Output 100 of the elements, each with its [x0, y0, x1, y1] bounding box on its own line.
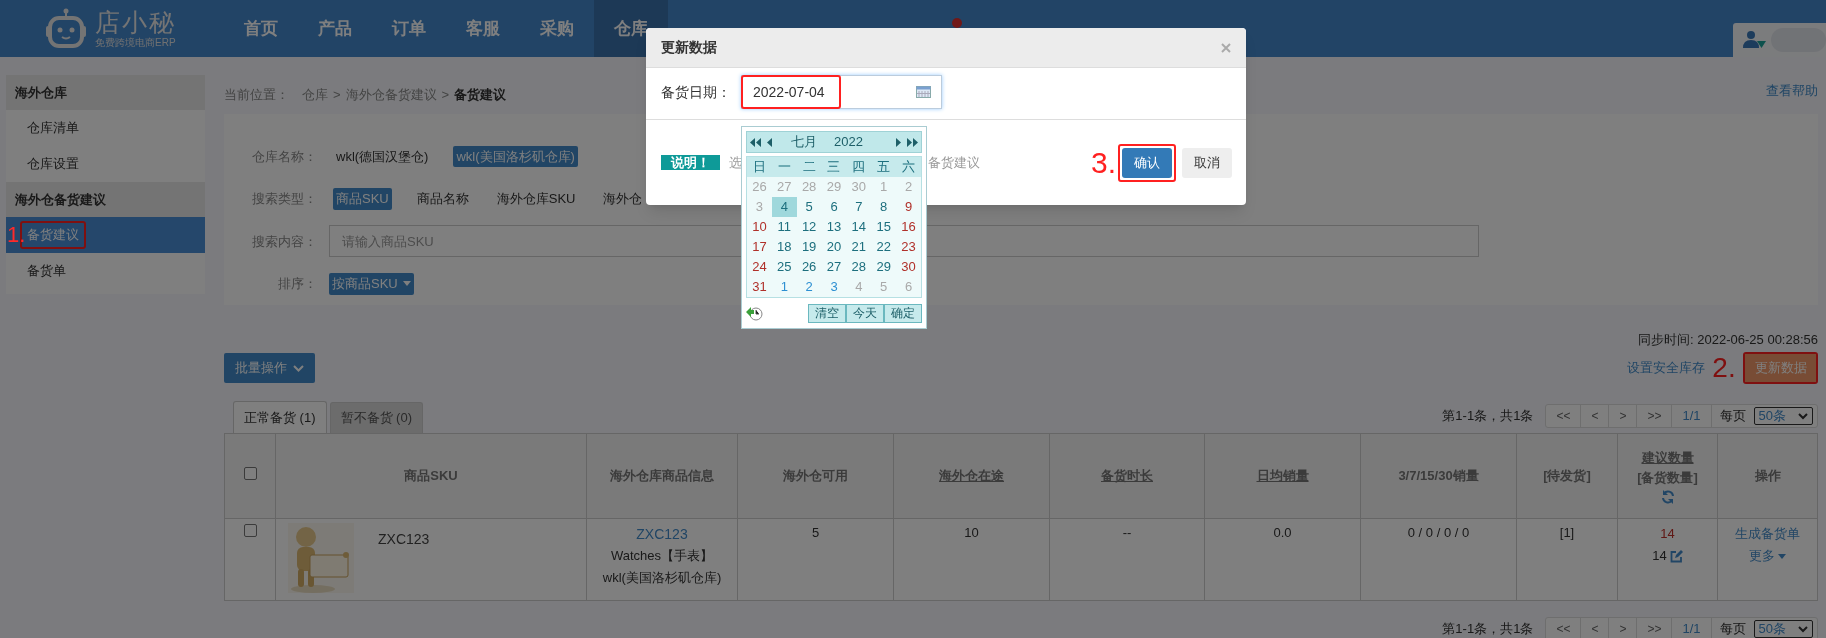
- day-cell[interactable]: 4: [771, 197, 797, 217]
- page-button[interactable]: <: [1581, 405, 1610, 427]
- double-left-icon[interactable]: [750, 137, 761, 147]
- day-cell[interactable]: 26: [747, 177, 772, 197]
- date-field[interactable]: 2022-07-04: [741, 75, 942, 109]
- tab[interactable]: 正常备货 (1): [233, 401, 327, 433]
- day-cell[interactable]: 5: [871, 277, 897, 297]
- double-right-icon[interactable]: [907, 137, 918, 147]
- cancel-button[interactable]: 取消: [1182, 147, 1232, 178]
- sort-dropdown[interactable]: 按商品SKU: [329, 273, 414, 295]
- filter-option[interactable]: 海外仓库SKU: [493, 188, 579, 210]
- day-cell[interactable]: 30: [846, 177, 872, 197]
- nav-item[interactable]: 首页: [224, 0, 298, 57]
- day-cell[interactable]: 30: [896, 257, 921, 277]
- sidebar-item[interactable]: 仓库设置: [6, 146, 205, 182]
- day-cell[interactable]: 28: [796, 177, 822, 197]
- checkbox[interactable]: [243, 524, 257, 537]
- day-cell[interactable]: 21: [846, 237, 872, 257]
- column-header[interactable]: 海外仓在途: [893, 433, 1050, 519]
- day-cell[interactable]: 1: [771, 277, 797, 297]
- page-button[interactable]: >: [1609, 405, 1638, 427]
- nav-item[interactable]: 采购: [520, 0, 594, 57]
- day-cell[interactable]: 3: [821, 277, 847, 297]
- picker-button[interactable]: 确定: [884, 303, 922, 323]
- day-cell[interactable]: 20: [821, 237, 847, 257]
- day-cell[interactable]: 27: [821, 257, 847, 277]
- filter-option[interactable]: wkl(德国汉堡仓): [333, 145, 432, 167]
- day-cell[interactable]: 1: [871, 177, 897, 197]
- per-page-select[interactable]: 50条: [1753, 407, 1813, 425]
- day-cell[interactable]: 17: [747, 237, 772, 257]
- day-cell[interactable]: 27: [771, 177, 797, 197]
- page-button[interactable]: <: [1581, 618, 1610, 638]
- safety-stock-link[interactable]: 设置安全库存: [1627, 358, 1705, 378]
- day-cell[interactable]: 2: [896, 177, 921, 197]
- day-cell[interactable]: 26: [796, 257, 822, 277]
- day-cell[interactable]: 5: [796, 197, 822, 217]
- column-header[interactable]: 日均销量: [1204, 433, 1361, 519]
- tab[interactable]: 暂不备货 (0): [329, 402, 423, 433]
- clock-icon[interactable]: [746, 305, 763, 321]
- day-cell[interactable]: 19: [796, 237, 822, 257]
- page-button[interactable]: >: [1609, 618, 1638, 638]
- picker-button[interactable]: 清空: [808, 303, 846, 323]
- day-cell[interactable]: 22: [871, 237, 897, 257]
- page-button[interactable]: <<: [1546, 405, 1582, 427]
- column-title[interactable]: 建议数量: [1641, 448, 1694, 468]
- left-icon[interactable]: [767, 137, 773, 147]
- weekday-label: 一: [776, 158, 792, 176]
- day-cell[interactable]: 2: [796, 277, 822, 297]
- day-cell[interactable]: 9: [896, 197, 921, 217]
- day-cell[interactable]: 29: [871, 257, 897, 277]
- generate-order-link[interactable]: 生成备货单: [1735, 523, 1800, 545]
- sidebar-item[interactable]: 备货单: [6, 253, 205, 289]
- day-cell[interactable]: 23: [896, 237, 921, 257]
- column-header: 海外仓库商品信息: [586, 433, 738, 519]
- more-dropdown[interactable]: 更多: [1749, 545, 1786, 567]
- sidebar-item[interactable]: 仓库清单: [6, 110, 205, 146]
- filter-option[interactable]: wkl(美国洛杉矶仓库): [453, 145, 578, 167]
- day-cell[interactable]: 6: [896, 277, 921, 297]
- year-label[interactable]: 2022: [834, 132, 863, 152]
- day-cell[interactable]: 4: [846, 277, 872, 297]
- day-cell[interactable]: 8: [871, 197, 897, 217]
- page-button[interactable]: >>: [1637, 618, 1673, 638]
- nav-item[interactable]: 订单: [372, 0, 446, 57]
- page-button[interactable]: >>: [1637, 405, 1673, 427]
- right-icon[interactable]: [895, 137, 901, 147]
- refresh-icon[interactable]: [1660, 490, 1675, 504]
- filter-option[interactable]: 商品SKU: [333, 188, 392, 210]
- column-header[interactable]: 备货时长: [1049, 433, 1205, 519]
- day-cell[interactable]: 6: [821, 197, 847, 217]
- help-link[interactable]: 查看帮助: [1766, 81, 1818, 101]
- day-cell[interactable]: 25: [771, 257, 797, 277]
- edit-icon[interactable]: [1669, 549, 1683, 563]
- day-cell[interactable]: 31: [747, 277, 772, 297]
- page-indicator: 1/1: [1672, 618, 1712, 638]
- nav-item[interactable]: 产品: [298, 0, 372, 57]
- day-cell[interactable]: 18: [771, 237, 797, 257]
- picker-button[interactable]: 今天: [846, 303, 884, 323]
- month-label[interactable]: 七月: [791, 132, 817, 152]
- update-data-button[interactable]: 更新数据: [1745, 354, 1816, 382]
- pending-qty: [1]: [1559, 525, 1575, 540]
- user-menu[interactable]: [1733, 23, 1826, 57]
- day-cell[interactable]: 28: [846, 257, 872, 277]
- filter-option[interactable]: 海外仓: [600, 188, 646, 210]
- product-link[interactable]: ZXC123: [636, 523, 688, 545]
- column-header: 操作: [1717, 433, 1818, 519]
- close-icon[interactable]: [1221, 42, 1231, 53]
- breadcrumb-link[interactable]: 仓库: [302, 85, 328, 105]
- confirm-button[interactable]: 确认: [1122, 147, 1172, 178]
- calendar-icon[interactable]: [916, 86, 931, 98]
- filter-option[interactable]: 商品名称: [413, 188, 472, 210]
- day-cell[interactable]: 3: [747, 197, 772, 217]
- day-cell[interactable]: 29: [821, 177, 847, 197]
- sidebar-item[interactable]: 1.备货建议: [6, 217, 205, 253]
- day-cell[interactable]: 7: [846, 197, 872, 217]
- nav-item[interactable]: 客服: [446, 0, 520, 57]
- per-page-select[interactable]: 50条: [1753, 620, 1813, 638]
- bulk-action-button[interactable]: 批量操作: [224, 353, 315, 383]
- page-button[interactable]: <<: [1546, 618, 1582, 638]
- day-cell[interactable]: 24: [747, 257, 772, 277]
- checkbox[interactable]: [243, 467, 257, 481]
